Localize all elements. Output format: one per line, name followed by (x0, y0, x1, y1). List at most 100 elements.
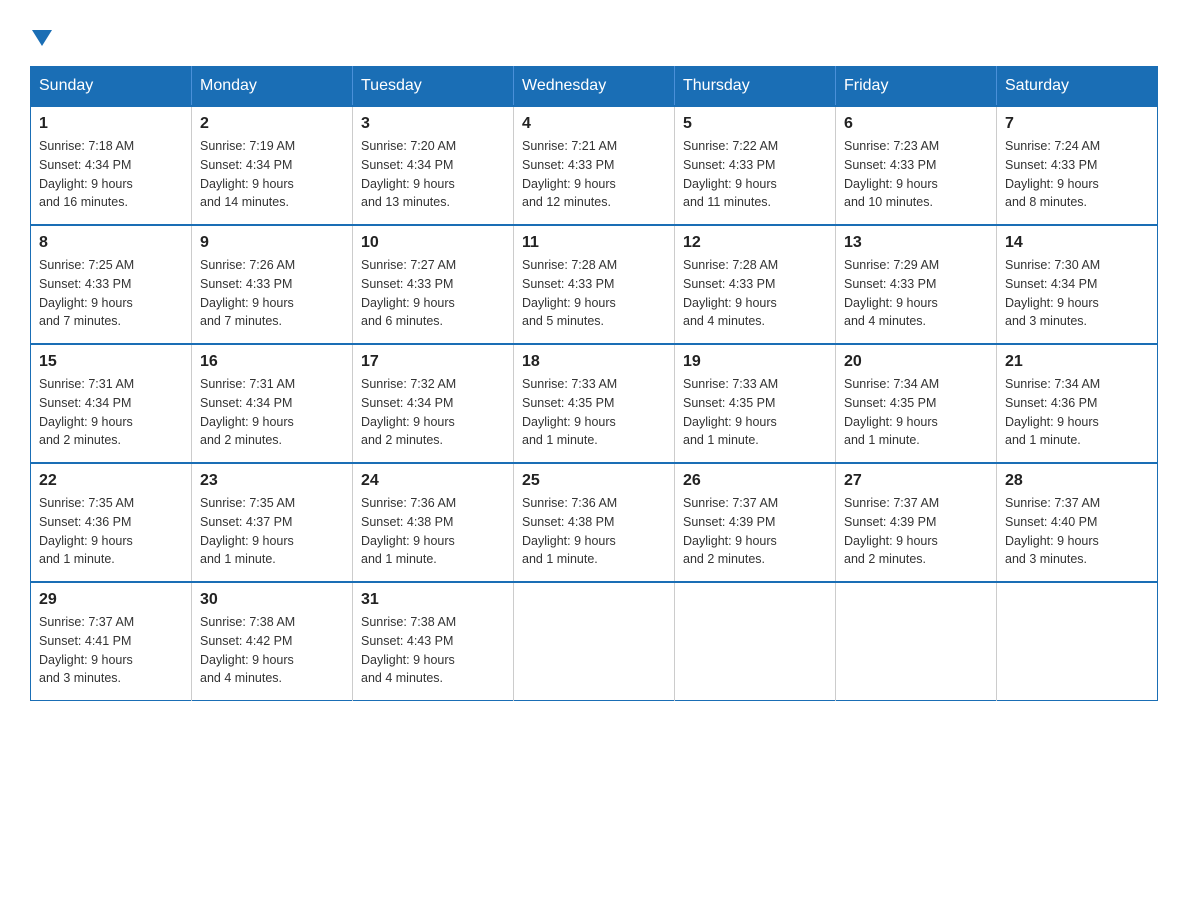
calendar-day-cell: 28 Sunrise: 7:37 AMSunset: 4:40 PMDaylig… (997, 463, 1158, 582)
logo-triangle-icon (32, 30, 52, 46)
calendar-day-cell: 23 Sunrise: 7:35 AMSunset: 4:37 PMDaylig… (192, 463, 353, 582)
day-number: 4 (522, 115, 666, 133)
day-info: Sunrise: 7:38 AMSunset: 4:42 PMDaylight:… (200, 613, 344, 688)
calendar-day-cell: 25 Sunrise: 7:36 AMSunset: 4:38 PMDaylig… (514, 463, 675, 582)
calendar-header-tuesday: Tuesday (353, 67, 514, 107)
day-info: Sunrise: 7:19 AMSunset: 4:34 PMDaylight:… (200, 137, 344, 212)
day-number: 24 (361, 472, 505, 490)
day-number: 13 (844, 234, 988, 252)
day-info: Sunrise: 7:32 AMSunset: 4:34 PMDaylight:… (361, 375, 505, 450)
calendar-week-row: 15 Sunrise: 7:31 AMSunset: 4:34 PMDaylig… (31, 344, 1158, 463)
calendar-week-row: 8 Sunrise: 7:25 AMSunset: 4:33 PMDayligh… (31, 225, 1158, 344)
day-number: 15 (39, 353, 183, 371)
day-number: 26 (683, 472, 827, 490)
day-number: 30 (200, 591, 344, 609)
day-number: 11 (522, 234, 666, 252)
calendar-day-cell: 3 Sunrise: 7:20 AMSunset: 4:34 PMDayligh… (353, 106, 514, 225)
day-number: 28 (1005, 472, 1149, 490)
calendar-day-cell: 21 Sunrise: 7:34 AMSunset: 4:36 PMDaylig… (997, 344, 1158, 463)
day-number: 20 (844, 353, 988, 371)
day-info: Sunrise: 7:36 AMSunset: 4:38 PMDaylight:… (361, 494, 505, 569)
day-info: Sunrise: 7:36 AMSunset: 4:38 PMDaylight:… (522, 494, 666, 569)
calendar-day-cell: 19 Sunrise: 7:33 AMSunset: 4:35 PMDaylig… (675, 344, 836, 463)
day-info: Sunrise: 7:37 AMSunset: 4:39 PMDaylight:… (844, 494, 988, 569)
day-info: Sunrise: 7:24 AMSunset: 4:33 PMDaylight:… (1005, 137, 1149, 212)
day-info: Sunrise: 7:23 AMSunset: 4:33 PMDaylight:… (844, 137, 988, 212)
day-number: 31 (361, 591, 505, 609)
day-number: 19 (683, 353, 827, 371)
calendar-day-cell (836, 582, 997, 701)
day-info: Sunrise: 7:33 AMSunset: 4:35 PMDaylight:… (683, 375, 827, 450)
day-info: Sunrise: 7:29 AMSunset: 4:33 PMDaylight:… (844, 256, 988, 331)
calendar-day-cell: 8 Sunrise: 7:25 AMSunset: 4:33 PMDayligh… (31, 225, 192, 344)
calendar-day-cell (675, 582, 836, 701)
calendar-week-row: 22 Sunrise: 7:35 AMSunset: 4:36 PMDaylig… (31, 463, 1158, 582)
calendar-day-cell: 26 Sunrise: 7:37 AMSunset: 4:39 PMDaylig… (675, 463, 836, 582)
calendar-week-row: 29 Sunrise: 7:37 AMSunset: 4:41 PMDaylig… (31, 582, 1158, 701)
day-info: Sunrise: 7:35 AMSunset: 4:37 PMDaylight:… (200, 494, 344, 569)
day-info: Sunrise: 7:28 AMSunset: 4:33 PMDaylight:… (683, 256, 827, 331)
calendar-day-cell: 15 Sunrise: 7:31 AMSunset: 4:34 PMDaylig… (31, 344, 192, 463)
calendar-day-cell: 2 Sunrise: 7:19 AMSunset: 4:34 PMDayligh… (192, 106, 353, 225)
day-number: 3 (361, 115, 505, 133)
calendar-day-cell: 18 Sunrise: 7:33 AMSunset: 4:35 PMDaylig… (514, 344, 675, 463)
day-number: 21 (1005, 353, 1149, 371)
day-info: Sunrise: 7:31 AMSunset: 4:34 PMDaylight:… (39, 375, 183, 450)
day-info: Sunrise: 7:31 AMSunset: 4:34 PMDaylight:… (200, 375, 344, 450)
calendar-day-cell: 5 Sunrise: 7:22 AMSunset: 4:33 PMDayligh… (675, 106, 836, 225)
day-info: Sunrise: 7:37 AMSunset: 4:40 PMDaylight:… (1005, 494, 1149, 569)
day-number: 7 (1005, 115, 1149, 133)
day-info: Sunrise: 7:33 AMSunset: 4:35 PMDaylight:… (522, 375, 666, 450)
day-number: 16 (200, 353, 344, 371)
day-number: 22 (39, 472, 183, 490)
calendar-day-cell: 1 Sunrise: 7:18 AMSunset: 4:34 PMDayligh… (31, 106, 192, 225)
calendar-header-monday: Monday (192, 67, 353, 107)
day-number: 5 (683, 115, 827, 133)
calendar-day-cell: 27 Sunrise: 7:37 AMSunset: 4:39 PMDaylig… (836, 463, 997, 582)
day-number: 12 (683, 234, 827, 252)
calendar-day-cell: 13 Sunrise: 7:29 AMSunset: 4:33 PMDaylig… (836, 225, 997, 344)
day-info: Sunrise: 7:35 AMSunset: 4:36 PMDaylight:… (39, 494, 183, 569)
day-number: 18 (522, 353, 666, 371)
calendar-day-cell: 4 Sunrise: 7:21 AMSunset: 4:33 PMDayligh… (514, 106, 675, 225)
page-header (30, 30, 1158, 46)
calendar-day-cell: 22 Sunrise: 7:35 AMSunset: 4:36 PMDaylig… (31, 463, 192, 582)
day-info: Sunrise: 7:28 AMSunset: 4:33 PMDaylight:… (522, 256, 666, 331)
calendar-day-cell: 24 Sunrise: 7:36 AMSunset: 4:38 PMDaylig… (353, 463, 514, 582)
calendar-day-cell (514, 582, 675, 701)
calendar-body: 1 Sunrise: 7:18 AMSunset: 4:34 PMDayligh… (31, 106, 1158, 701)
calendar-header-saturday: Saturday (997, 67, 1158, 107)
calendar-header-friday: Friday (836, 67, 997, 107)
calendar-header: SundayMondayTuesdayWednesdayThursdayFrid… (31, 67, 1158, 107)
day-number: 10 (361, 234, 505, 252)
day-number: 2 (200, 115, 344, 133)
day-info: Sunrise: 7:38 AMSunset: 4:43 PMDaylight:… (361, 613, 505, 688)
day-number: 17 (361, 353, 505, 371)
day-info: Sunrise: 7:22 AMSunset: 4:33 PMDaylight:… (683, 137, 827, 212)
calendar-day-cell: 10 Sunrise: 7:27 AMSunset: 4:33 PMDaylig… (353, 225, 514, 344)
day-info: Sunrise: 7:27 AMSunset: 4:33 PMDaylight:… (361, 256, 505, 331)
day-number: 8 (39, 234, 183, 252)
calendar-table: SundayMondayTuesdayWednesdayThursdayFrid… (30, 66, 1158, 701)
day-info: Sunrise: 7:34 AMSunset: 4:36 PMDaylight:… (1005, 375, 1149, 450)
day-number: 25 (522, 472, 666, 490)
calendar-header-thursday: Thursday (675, 67, 836, 107)
day-number: 9 (200, 234, 344, 252)
day-number: 1 (39, 115, 183, 133)
calendar-day-cell (997, 582, 1158, 701)
calendar-day-cell: 30 Sunrise: 7:38 AMSunset: 4:42 PMDaylig… (192, 582, 353, 701)
calendar-day-cell: 6 Sunrise: 7:23 AMSunset: 4:33 PMDayligh… (836, 106, 997, 225)
day-info: Sunrise: 7:37 AMSunset: 4:39 PMDaylight:… (683, 494, 827, 569)
calendar-header-sunday: Sunday (31, 67, 192, 107)
day-info: Sunrise: 7:26 AMSunset: 4:33 PMDaylight:… (200, 256, 344, 331)
calendar-header-wednesday: Wednesday (514, 67, 675, 107)
day-info: Sunrise: 7:18 AMSunset: 4:34 PMDaylight:… (39, 137, 183, 212)
calendar-header-row: SundayMondayTuesdayWednesdayThursdayFrid… (31, 67, 1158, 107)
day-number: 29 (39, 591, 183, 609)
day-number: 14 (1005, 234, 1149, 252)
day-number: 27 (844, 472, 988, 490)
calendar-day-cell: 11 Sunrise: 7:28 AMSunset: 4:33 PMDaylig… (514, 225, 675, 344)
calendar-day-cell: 29 Sunrise: 7:37 AMSunset: 4:41 PMDaylig… (31, 582, 192, 701)
day-number: 6 (844, 115, 988, 133)
calendar-day-cell: 20 Sunrise: 7:34 AMSunset: 4:35 PMDaylig… (836, 344, 997, 463)
